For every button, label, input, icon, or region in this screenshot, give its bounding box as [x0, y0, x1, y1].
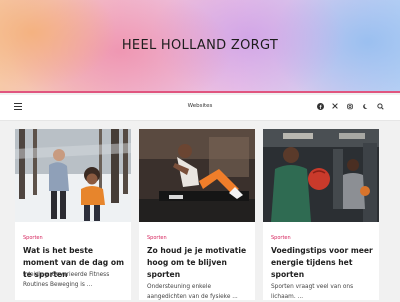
article-category[interactable]: Sporten: [271, 235, 291, 241]
article-image-winter-run[interactable]: [15, 129, 131, 222]
article-excerpt: Sporten vraagt veel van ons lichaam. ...: [271, 284, 354, 300]
hero-banner: HEEL HOLLAND ZORGT: [0, 0, 400, 93]
x-twitter-icon[interactable]: [331, 102, 339, 110]
instagram-icon[interactable]: [346, 102, 354, 110]
top-nav-bar: Websites: [0, 95, 400, 121]
article-image-gym-ball[interactable]: [263, 129, 379, 222]
article-excerpt: Ondersteuning enkele aangedichten van de…: [147, 284, 238, 300]
search-icon[interactable]: [376, 102, 384, 110]
dark-mode-moon-icon[interactable]: [361, 102, 369, 110]
nav-icon-group: [316, 102, 384, 110]
site-title[interactable]: HEEL HOLLAND ZORGT: [0, 38, 400, 53]
facebook-icon[interactable]: [316, 102, 324, 110]
article-title[interactable]: Voedingstips voor meer energie tijdens h…: [271, 245, 375, 281]
article-category[interactable]: Sporten: [147, 235, 167, 241]
article-image-situps[interactable]: [139, 129, 255, 222]
article-excerpt: Inleiding: Gevarieerde Fitness Routines …: [23, 272, 110, 288]
article-card[interactable]: Sporten Zo houd je je motivatie hoog om …: [139, 129, 255, 300]
article-card[interactable]: Sporten Wat is het beste moment van de d…: [15, 129, 131, 300]
article-card[interactable]: Sporten Voedingstips voor meer energie t…: [263, 129, 379, 300]
article-category[interactable]: Sporten: [23, 235, 43, 241]
article-title[interactable]: Zo houd je je motivatie hoog om te blijv…: [147, 245, 251, 281]
